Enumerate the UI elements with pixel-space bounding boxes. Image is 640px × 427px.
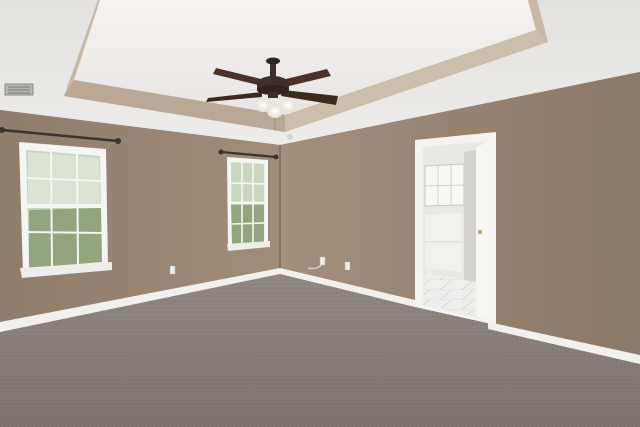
- empty-bedroom-photo: [0, 0, 640, 427]
- outlet-right-wall-1: [319, 256, 326, 266]
- fan-light: [267, 104, 283, 118]
- bathroom-doorway: [415, 132, 496, 325]
- center-window: [227, 157, 270, 251]
- door-knob: [478, 230, 482, 234]
- outlet-right-wall-2: [344, 261, 351, 271]
- open-door: [476, 141, 488, 320]
- left-window: [19, 142, 112, 278]
- ceiling-detector: [287, 134, 293, 140]
- outlet-left-wall: [169, 265, 176, 275]
- room-illustration: [0, 0, 640, 427]
